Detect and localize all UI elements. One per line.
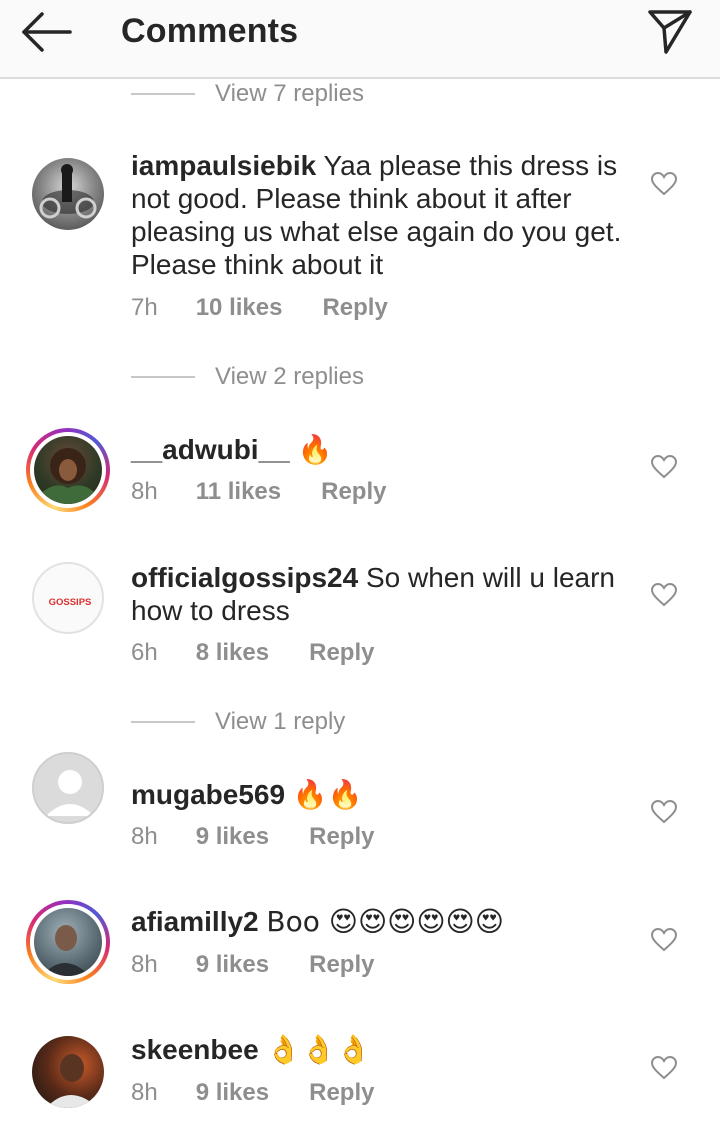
heart-outline-icon[interactable]: [650, 1055, 678, 1081]
comment-time: 8h: [131, 951, 158, 978]
comment-message: Boo 😍😍😍😍😍😍: [266, 905, 504, 938]
comment-time: 7h: [131, 294, 158, 321]
divider: [131, 721, 195, 723]
heart-outline-icon[interactable]: [650, 799, 678, 825]
user-photo-icon: [32, 1036, 104, 1108]
likes-count[interactable]: 11 likes: [196, 478, 281, 506]
comment-username[interactable]: __adwubi__: [131, 434, 290, 465]
avatar[interactable]: [26, 152, 110, 236]
comment-meta: 7h 10 likes Reply: [131, 293, 388, 323]
reply-button[interactable]: Reply: [309, 823, 374, 851]
svg-text:GOSSIPS: GOSSIPS: [49, 597, 92, 608]
likes-count[interactable]: 8 likes: [196, 639, 269, 667]
reply-button[interactable]: Reply: [322, 294, 387, 322]
likes-count[interactable]: 10 likes: [196, 294, 283, 322]
comment-text: mugabe569 🔥🔥: [131, 778, 631, 811]
comment-username[interactable]: afiamilly2: [131, 906, 259, 937]
heart-outline-icon[interactable]: [650, 454, 678, 480]
comment-username[interactable]: mugabe569: [131, 779, 285, 810]
comment-time: 6h: [131, 639, 158, 666]
comment-username[interactable]: iampaulsiebik: [131, 150, 316, 181]
comment-message: 🔥🔥: [292, 778, 363, 811]
likes-count[interactable]: 9 likes: [196, 951, 269, 979]
likes-count[interactable]: 9 likes: [196, 1079, 269, 1107]
avatar[interactable]: GOSSIPS: [26, 556, 110, 640]
comment-username[interactable]: officialgossips24: [131, 562, 358, 593]
heart-outline-icon[interactable]: [650, 582, 678, 608]
page-title: Comments: [121, 12, 299, 50]
user-photo-icon: [32, 158, 104, 230]
heart-outline-icon[interactable]: [650, 927, 678, 953]
reply-button[interactable]: Reply: [309, 1079, 374, 1107]
likes-count[interactable]: 9 likes: [196, 823, 269, 851]
user-photo-icon: [34, 436, 102, 504]
default-avatar-icon: [32, 752, 104, 824]
header-bar: Comments: [0, 0, 720, 79]
reply-button[interactable]: Reply: [321, 478, 386, 506]
comment-text: officialgossips24 So when will u learn h…: [131, 561, 631, 627]
divider: [131, 93, 195, 95]
comment-message: 👌👌👌: [266, 1033, 372, 1066]
comment-meta: 8h 9 likes Reply: [131, 950, 374, 980]
comment-meta: 8h 11 likes Reply: [131, 477, 386, 507]
comment-time: 8h: [131, 478, 158, 505]
comment-text: iampaulsiebik Yaa please this dress is n…: [131, 149, 631, 281]
avatar[interactable]: [26, 1030, 110, 1114]
heart-outline-icon[interactable]: [650, 171, 678, 197]
avatar[interactable]: [26, 428, 110, 512]
gossips-logo-icon: GOSSIPS: [32, 562, 104, 634]
view-replies-label: View 2 replies: [215, 363, 364, 390]
comment-text: __adwubi__ 🔥: [131, 433, 631, 466]
view-replies-label: View 1 reply: [215, 708, 346, 735]
divider: [131, 376, 195, 378]
paper-plane-icon[interactable]: [644, 6, 696, 56]
comment-meta: 8h 9 likes Reply: [131, 822, 374, 852]
reply-button[interactable]: Reply: [309, 951, 374, 979]
comment-meta: 6h 8 likes Reply: [131, 638, 374, 668]
view-replies-label: View 7 replies: [215, 80, 364, 107]
comment-message: 🔥: [297, 433, 333, 466]
comment-time: 8h: [131, 1079, 158, 1106]
comment-time: 8h: [131, 823, 158, 850]
view-replies-button[interactable]: View 1 reply: [131, 705, 491, 739]
view-replies-button[interactable]: View 2 replies: [131, 360, 491, 394]
comment-text: afiamilly2 Boo 😍😍😍😍😍😍: [131, 905, 631, 938]
view-replies-button[interactable]: View 7 replies: [131, 77, 491, 111]
comment-text: skeenbee 👌👌👌: [131, 1033, 631, 1066]
comment-username[interactable]: skeenbee: [131, 1034, 259, 1065]
comment-meta: 8h 9 likes Reply: [131, 1078, 374, 1108]
avatar[interactable]: [26, 746, 110, 830]
arrow-left-icon[interactable]: [18, 8, 78, 56]
reply-button[interactable]: Reply: [309, 639, 374, 667]
avatar[interactable]: [26, 900, 110, 984]
user-photo-icon: [34, 908, 102, 976]
